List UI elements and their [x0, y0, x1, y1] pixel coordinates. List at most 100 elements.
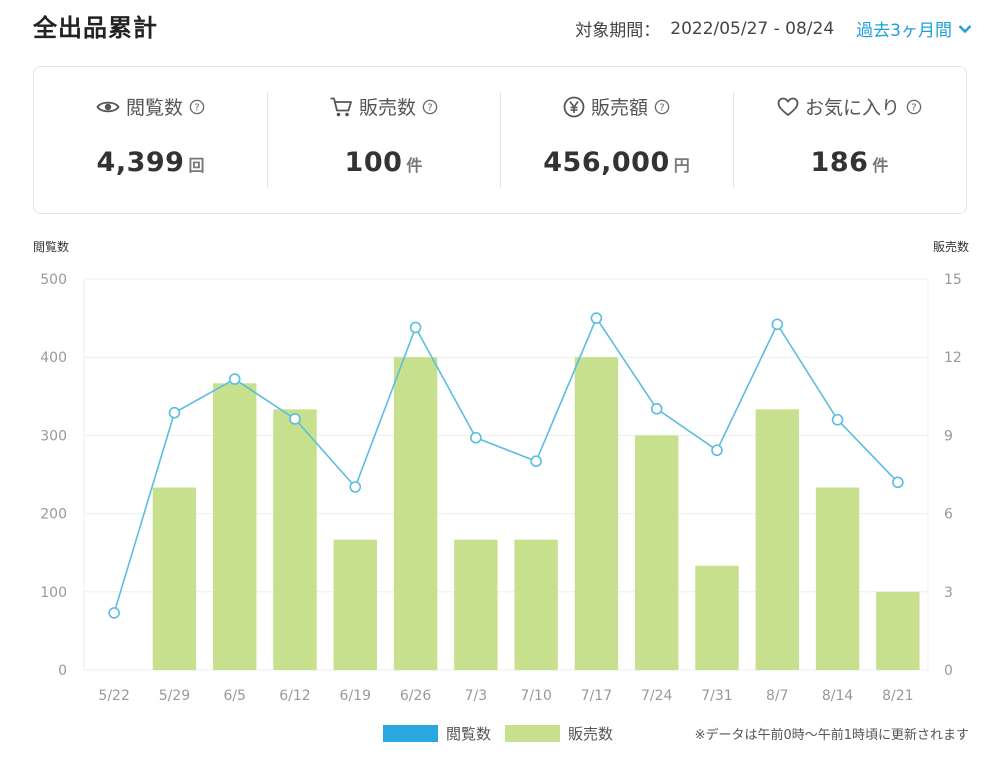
page-title: 全出品累計: [33, 14, 158, 42]
bar: [695, 565, 739, 670]
line-point: [470, 431, 482, 444]
x-tick-label: 6/19: [340, 688, 371, 704]
stat-value: 186: [810, 147, 869, 178]
help-icon[interactable]: ?: [422, 99, 438, 115]
stat-label: 販売数: [358, 97, 416, 119]
line-point: [892, 476, 904, 489]
bar: [213, 383, 257, 670]
x-tick-label: 6/12: [279, 688, 310, 704]
y-tick-label: 400: [40, 350, 67, 366]
bar: [273, 409, 317, 670]
stat-value: 456,000: [543, 147, 670, 178]
x-tick-label: 7/3: [465, 688, 488, 704]
y-tick-label: 100: [40, 585, 67, 601]
x-tick-label: 7/24: [641, 688, 673, 704]
y-axis-title-left: 閲覧数: [33, 240, 70, 254]
svg-text:?: ?: [659, 102, 664, 113]
line-point: [530, 455, 542, 468]
help-icon[interactable]: ?: [906, 99, 922, 115]
y2-tick-label: 6: [944, 507, 953, 523]
combo-chart: 0 0 100 3 200 6 300 9 400 12 500 15 5/22 5/29 6/5 6/12 6…: [40, 272, 962, 704]
bar: [393, 357, 438, 670]
help-icon[interactable]: ?: [654, 99, 670, 115]
period-select-label: 過去3ヶ月間: [856, 21, 952, 41]
bar: [152, 487, 197, 670]
bar: [815, 487, 860, 670]
line-point: [108, 607, 120, 619]
stat-value: 4,399: [96, 147, 185, 178]
x-tick-label: 7/31: [701, 688, 732, 704]
bar: [514, 539, 558, 670]
stat-sales-count: 販売数 ? 100 件: [267, 67, 500, 213]
stat-unit: 回: [188, 156, 205, 175]
cart-icon: [329, 96, 353, 118]
bar: [574, 357, 619, 670]
yen-icon: [563, 96, 585, 118]
line-point: [831, 413, 844, 426]
y2-tick-label: 15: [944, 272, 962, 288]
x-tick-label: 8/14: [822, 688, 854, 704]
y2-tick-label: 3: [944, 585, 953, 601]
y-tick-label: 0: [58, 663, 67, 679]
stat-value: 100: [344, 147, 403, 178]
period-bar: 対象期間： 2022/05/27 - 08/24 過去3ヶ月間: [575, 16, 972, 41]
legend-label-views: 閲覧数: [446, 725, 492, 743]
bar: [333, 539, 377, 670]
bar: [454, 539, 498, 670]
line-point: [771, 318, 784, 331]
legend-item-views[interactable]: 閲覧数: [383, 723, 491, 744]
help-icon[interactable]: ?: [189, 99, 205, 115]
x-tick-label: 7/17: [581, 688, 612, 704]
bar: [635, 435, 679, 670]
legend-label-sales: 販売数: [568, 725, 614, 743]
update-note: ※データは午前0時～午前1時頃に更新されます: [694, 728, 969, 743]
x-tick-label: 5/29: [159, 688, 190, 704]
chart-legend: 閲覧数 販売数: [383, 723, 627, 744]
line-point: [168, 406, 181, 419]
x-tick-label: 7/10: [520, 688, 551, 704]
x-tick-label: 8/7: [766, 688, 789, 704]
x-tick-label: 6/5: [223, 688, 246, 704]
y-tick-label: 300: [40, 428, 67, 444]
summary-card: 閲覧数 ? 4,399 回 販売数 ? 100 件 販売額 ? 456,000 …: [33, 66, 967, 214]
line-point: [590, 312, 603, 324]
y2-tick-label: 9: [944, 428, 953, 444]
svg-text:?: ?: [194, 102, 199, 113]
x-tick-label: 6/26: [400, 688, 432, 704]
stat-label: 販売額: [590, 97, 648, 119]
stat-label: 閲覧数: [125, 97, 183, 119]
stat-views: 閲覧数 ? 4,399 回: [34, 67, 267, 213]
svg-text:?: ?: [427, 102, 432, 113]
stat-unit: 件: [406, 156, 423, 175]
y2-tick-label: 12: [944, 350, 962, 366]
line-point: [289, 413, 301, 425]
line-point: [711, 444, 723, 457]
y2-tick-label: 0: [944, 663, 953, 679]
plot-area: [83, 278, 929, 671]
bar: [876, 591, 920, 670]
period-select-dropdown[interactable]: 過去3ヶ月間: [856, 16, 972, 41]
chevron-down-icon: [958, 24, 972, 33]
stat-unit: 円: [673, 156, 690, 175]
stat-label: お気に入り: [804, 97, 900, 119]
y-tick-label: 500: [40, 272, 67, 288]
bar: [755, 409, 799, 670]
stat-favorites: お気に入り ? 186 件: [733, 67, 966, 213]
line-point: [650, 403, 663, 415]
period-label: 対象期間：: [575, 21, 661, 41]
eye-icon: [96, 99, 120, 115]
legend-swatch-views: [383, 725, 438, 742]
y-tick-label: 200: [40, 507, 67, 523]
y-axis-title-right: 販売数: [932, 240, 969, 254]
period-range: 2022/05/27 - 08/24: [670, 18, 835, 39]
line-point: [349, 481, 362, 493]
x-tick-label: 5/22: [98, 688, 129, 704]
legend-item-sales[interactable]: 販売数: [505, 723, 613, 744]
line-point: [409, 321, 422, 334]
svg-text:?: ?: [911, 102, 916, 113]
heart-icon: [777, 97, 799, 117]
stat-unit: 件: [872, 156, 889, 175]
line-point: [228, 373, 241, 385]
x-tick-label: 8/21: [882, 688, 913, 704]
stat-sales-amount: 販売額 ? 456,000 円: [500, 67, 733, 213]
